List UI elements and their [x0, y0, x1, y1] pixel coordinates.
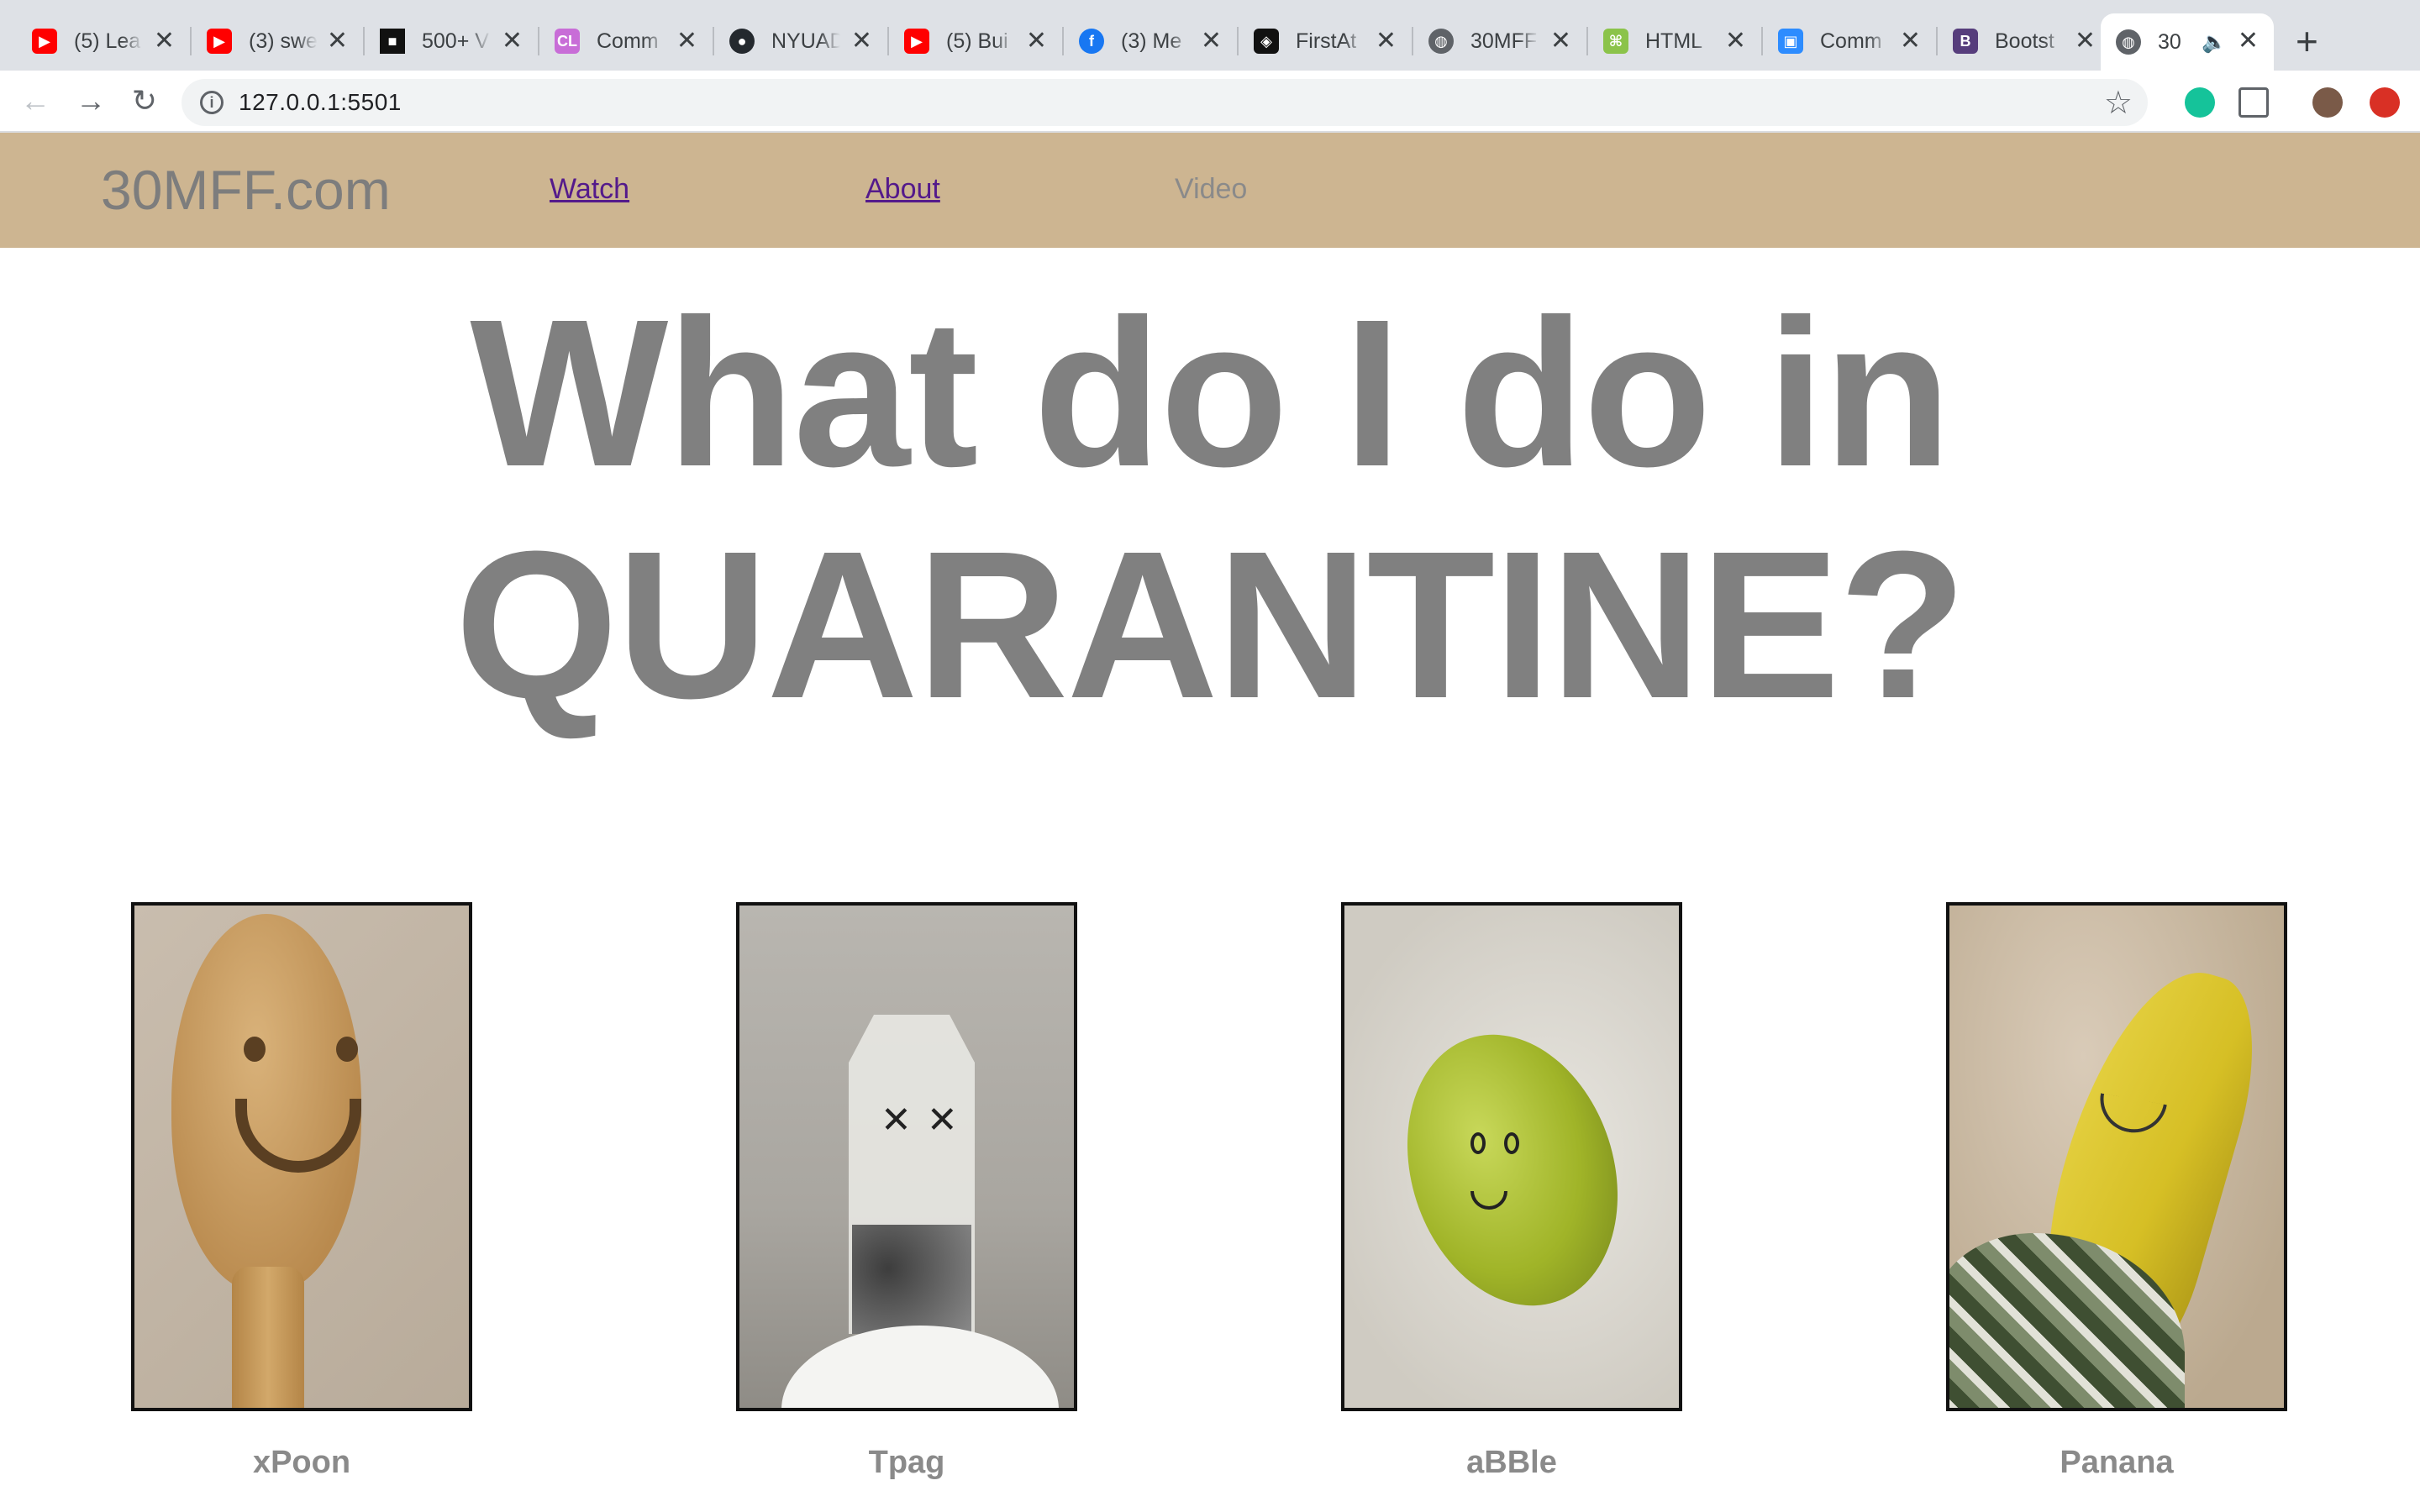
- speaker-icon[interactable]: 🔈: [2202, 30, 2227, 55]
- site-navbar: 30MFF.com Watch About Video: [0, 133, 2420, 248]
- zoom-icon: ▣: [1778, 29, 1803, 54]
- apple-eye: [1504, 1132, 1519, 1154]
- tab-title: Comm: [1820, 29, 1882, 53]
- close-icon[interactable]: ✕: [2238, 27, 2259, 55]
- close-icon[interactable]: ✕: [1376, 27, 1397, 55]
- close-icon[interactable]: ✕: [676, 27, 697, 55]
- nav-link-video[interactable]: Video: [1175, 173, 1247, 206]
- spoon-eye: [336, 1037, 358, 1062]
- browser-tab[interactable]: ▶ (5) Lea ✕: [17, 17, 190, 66]
- video-card[interactable]: Panana: [1946, 902, 2287, 1481]
- site-brand[interactable]: 30MFF.com: [101, 158, 391, 222]
- spoon-thumbnail[interactable]: [131, 902, 472, 1411]
- close-icon[interactable]: ✕: [154, 27, 175, 55]
- browser-tab[interactable]: B Bootst ✕: [1938, 17, 2111, 66]
- tab-title: 30: [2158, 29, 2181, 54]
- globe-icon: ◍: [1428, 29, 1454, 54]
- headline-line-1: What do I do in: [470, 276, 1951, 510]
- browser-tab[interactable]: ▶ (5) Bui ✕: [889, 17, 1062, 66]
- tab-title: (3) Me: [1121, 29, 1182, 53]
- tab-title: HTML: [1645, 29, 1703, 53]
- unsplash-icon: ■: [380, 29, 405, 54]
- browser-tab[interactable]: CL Comm ✕: [539, 17, 713, 66]
- globe-icon: ◍: [2116, 29, 2141, 55]
- card-caption: aBBle: [1466, 1445, 1557, 1480]
- browser-toolbar: ← → ↻ i 127.0.0.1:5501 ☆: [0, 71, 2420, 133]
- github-icon: ●: [729, 29, 755, 54]
- card-caption: Panana: [2060, 1445, 2174, 1480]
- back-arrow-icon[interactable]: ←: [17, 82, 54, 119]
- new-tab-button[interactable]: +: [2296, 20, 2318, 62]
- info-icon[interactable]: i: [200, 91, 224, 114]
- browser-tabstrip: ▶ (5) Lea ✕ ▶ (3) swe ✕ ■ 500+ V ✕ CL Co…: [0, 0, 2420, 71]
- apple: [1373, 1006, 1652, 1334]
- tab-title: FirstAt: [1296, 29, 1357, 53]
- browser-tab[interactable]: f (3) Me ✕: [1064, 17, 1237, 66]
- close-icon[interactable]: ✕: [1026, 27, 1047, 55]
- facebook-icon: f: [1079, 29, 1104, 54]
- close-icon[interactable]: ✕: [1201, 27, 1222, 55]
- browser-tab-active[interactable]: ◍ 30 🔈 ✕: [2101, 13, 2274, 71]
- browser-tab[interactable]: ● NYUAD ✕: [714, 17, 887, 66]
- browser-tab[interactable]: ■ 500+ V ✕: [365, 17, 538, 66]
- apple-eye: [1470, 1132, 1486, 1154]
- close-icon[interactable]: ✕: [327, 27, 348, 55]
- tab-title: Comm: [597, 29, 659, 53]
- headline-line-2: QUARANTINE?: [455, 507, 1966, 742]
- tab-title: 30MFF: [1470, 29, 1538, 53]
- nav-link-watch[interactable]: Watch: [550, 173, 629, 206]
- bookmark-star-icon[interactable]: ☆: [2104, 84, 2133, 122]
- browser-tab[interactable]: ◍ 30MFF ✕: [1413, 17, 1586, 66]
- spoon-eye: [244, 1037, 266, 1062]
- tab-title: Bootst: [1995, 29, 2054, 53]
- browser-tab[interactable]: ⌘ HTML ✕: [1588, 17, 1761, 66]
- tab-title: (5) Bui: [946, 29, 1008, 53]
- video-card[interactable]: xPoon: [131, 902, 472, 1481]
- nav-link-about[interactable]: About: [865, 173, 940, 206]
- forward-arrow-icon[interactable]: →: [72, 82, 109, 119]
- reload-icon[interactable]: ↻: [126, 82, 163, 119]
- tab-title: (5) Lea: [74, 29, 141, 53]
- youtube-icon: ▶: [32, 29, 57, 54]
- youtube-icon: ▶: [207, 29, 232, 54]
- close-icon[interactable]: ✕: [2075, 27, 2096, 55]
- mail-icon[interactable]: [2238, 87, 2269, 118]
- url-text[interactable]: 127.0.0.1:5501: [239, 89, 402, 116]
- html-icon: ⌘: [1603, 29, 1628, 54]
- page-headline: What do I do in QUARANTINE?: [0, 277, 2420, 741]
- teabag-face: ✕✕: [881, 1100, 973, 1141]
- cl-icon: CL: [555, 29, 580, 54]
- video-card[interactable]: ✕✕ Tpag: [736, 902, 1077, 1481]
- bootstrap-icon: B: [1953, 29, 1978, 54]
- tab-title: (3) swe: [249, 29, 318, 53]
- close-icon[interactable]: ✕: [851, 27, 872, 55]
- banana-thumbnail[interactable]: [1946, 902, 2287, 1411]
- address-bar[interactable]: i 127.0.0.1:5501 ☆: [182, 79, 2148, 126]
- browser-tab[interactable]: ▶ (3) swe ✕: [192, 17, 363, 66]
- close-icon[interactable]: ✕: [1900, 27, 1921, 55]
- update-icon[interactable]: [2370, 87, 2400, 118]
- tea-leaves: [852, 1225, 971, 1334]
- teabag-thumbnail[interactable]: ✕✕: [736, 902, 1077, 1411]
- apple-thumbnail[interactable]: [1341, 902, 1682, 1411]
- card-caption: Tpag: [868, 1445, 945, 1480]
- spoon-handle: [232, 1267, 304, 1408]
- avatar[interactable]: [2312, 87, 2343, 118]
- video-card[interactable]: aBBle: [1341, 902, 1682, 1481]
- browser-tab[interactable]: ◈ FirstAt ✕: [1239, 17, 1412, 66]
- browser-tab[interactable]: ▣ Comm ✕: [1763, 17, 1936, 66]
- close-icon[interactable]: ✕: [1725, 27, 1746, 55]
- grammarly-icon[interactable]: [2185, 87, 2215, 118]
- codepen-icon: ◈: [1254, 29, 1279, 54]
- tab-title: 500+ V: [422, 29, 489, 53]
- close-icon[interactable]: ✕: [502, 27, 523, 55]
- tab-title: NYUAD: [771, 29, 840, 53]
- tea-cup: [781, 1326, 1059, 1408]
- card-caption: xPoon: [252, 1445, 351, 1480]
- close-icon[interactable]: ✕: [1550, 27, 1571, 55]
- youtube-icon: ▶: [904, 29, 929, 54]
